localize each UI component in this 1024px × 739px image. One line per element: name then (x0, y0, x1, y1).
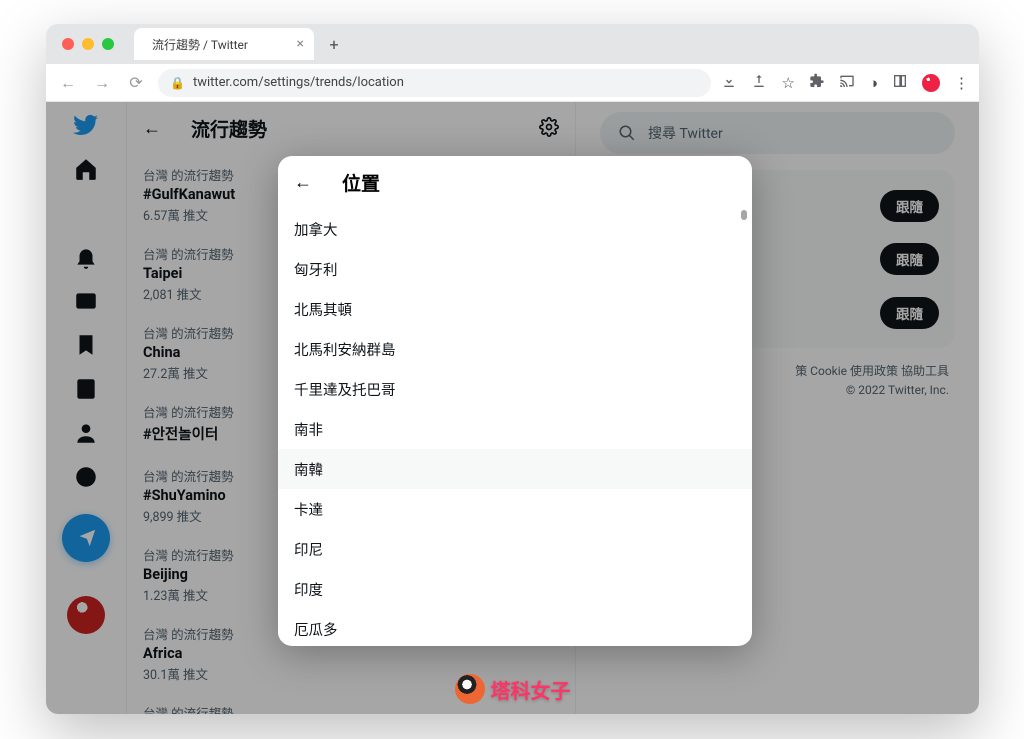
location-option[interactable]: 加拿大 (278, 209, 752, 249)
install-icon[interactable] (721, 73, 737, 93)
location-option[interactable]: 卡達 (278, 489, 752, 529)
location-option[interactable]: 北馬其頓 (278, 289, 752, 329)
url-text: twitter.com/settings/trends/location (193, 75, 404, 90)
toolbar-actions: ☆ ◑ ⋮ (721, 73, 969, 93)
browser-toolbar: ← → ⟳ 🔒 twitter.com/settings/trends/loca… (46, 64, 979, 102)
window-controls[interactable] (62, 38, 114, 50)
menu-icon[interactable]: ⋮ (954, 74, 969, 92)
lock-icon: 🔒 (170, 76, 185, 90)
update-icon[interactable]: ◑ (869, 74, 878, 92)
location-option[interactable]: 北馬利安納群島 (278, 329, 752, 369)
minimize-window-button[interactable] (82, 38, 94, 50)
browser-tab-bar: 流行趨勢 / Twitter × + (46, 24, 979, 64)
star-icon[interactable]: ☆ (781, 74, 794, 92)
location-option[interactable]: 千里達及托巴哥 (278, 369, 752, 409)
profile-avatar-icon[interactable] (922, 74, 940, 92)
page-content: ← 流行趨勢 台灣 的流行趨勢 #GulfKanawut 6.57萬 推文台灣 … (46, 102, 979, 714)
location-option[interactable]: 匈牙利 (278, 249, 752, 289)
location-option[interactable]: 印尼 (278, 529, 752, 569)
share-icon[interactable] (751, 73, 767, 93)
watermark: 塔科女子 (455, 674, 571, 704)
tab-title: 流行趨勢 / Twitter (152, 36, 248, 53)
extensions-icon[interactable] (809, 73, 825, 93)
browser-tab[interactable]: 流行趨勢 / Twitter × (134, 28, 314, 60)
browser-window: 流行趨勢 / Twitter × + ← → ⟳ 🔒 twitter.com/s… (46, 24, 979, 714)
location-option[interactable]: 厄瓜多 (278, 609, 752, 646)
modal-back-icon[interactable]: ← (294, 172, 312, 193)
location-option[interactable]: 南韓 (278, 449, 752, 489)
watermark-icon (455, 674, 485, 704)
location-modal: ← 位置 加拿大匈牙利北馬其頓北馬利安納群島千里達及托巴哥南非南韓卡達印尼印度厄… (278, 156, 752, 646)
new-tab-button[interactable]: + (322, 32, 346, 56)
address-bar[interactable]: 🔒 twitter.com/settings/trends/location (158, 69, 711, 97)
location-option[interactable]: 印度 (278, 569, 752, 609)
reading-list-icon[interactable] (892, 73, 908, 93)
modal-title: 位置 (342, 169, 380, 196)
maximize-window-button[interactable] (102, 38, 114, 50)
reload-button[interactable]: ⟳ (124, 73, 148, 92)
forward-button[interactable]: → (90, 73, 114, 93)
back-button[interactable]: ← (56, 73, 80, 93)
modal-header: ← 位置 (278, 156, 752, 209)
location-option[interactable]: 南非 (278, 409, 752, 449)
cast-icon[interactable] (839, 73, 855, 93)
scrollbar-thumb[interactable] (741, 210, 747, 220)
tab-close-icon[interactable]: × (297, 36, 304, 52)
close-window-button[interactable] (62, 38, 74, 50)
location-list[interactable]: 加拿大匈牙利北馬其頓北馬利安納群島千里達及托巴哥南非南韓卡達印尼印度厄瓜多古巴 (278, 209, 752, 646)
